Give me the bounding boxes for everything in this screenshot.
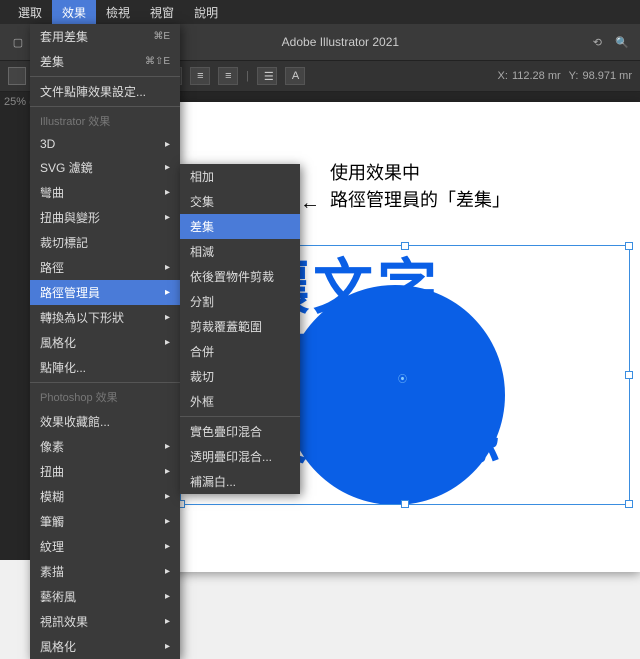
list-icon[interactable]: ☰ xyxy=(257,67,277,85)
y-value: 98.971 mr xyxy=(582,70,632,82)
menu-last-effect[interactable]: 差集⌘⇧E xyxy=(30,49,180,74)
resize-handle-e[interactable] xyxy=(625,371,633,379)
menu-header-ps: Photoshop 效果 xyxy=(30,385,180,409)
submenu-outline[interactable]: 外框 xyxy=(180,389,300,414)
submenu-intersect[interactable]: 交集 xyxy=(180,189,300,214)
menu-3d[interactable]: 3D▸ xyxy=(30,133,180,155)
menu-brush[interactable]: 筆觸▸ xyxy=(30,509,180,534)
submenu-merge[interactable]: 合併 xyxy=(180,339,300,364)
submenu-crop[interactable]: 裁切 xyxy=(180,364,300,389)
menu-help[interactable]: 說明 xyxy=(184,0,228,24)
menu-artistic[interactable]: 藝術風▸ xyxy=(30,584,180,609)
align-center-icon[interactable]: ≡ xyxy=(190,67,210,85)
pathfinder-submenu: 相加 交集 差集 相減 依後置物件剪裁 分割 剪裁覆蓋範圍 合併 裁切 外框 實… xyxy=(180,164,300,494)
search-label: ⟲ xyxy=(593,36,602,49)
menu-svg-filters[interactable]: SVG 濾鏡▸ xyxy=(30,155,180,180)
annotation-text: ← 使用效果中 路徑管理員的「差集」 xyxy=(330,160,510,214)
menu-pathfinder[interactable]: 路徑管理員▸ xyxy=(30,280,180,305)
menu-warp[interactable]: 彎曲▸ xyxy=(30,180,180,205)
arrow-left-icon: ← xyxy=(300,188,320,218)
menu-window[interactable]: 視窗 xyxy=(140,0,184,24)
submenu-trap[interactable]: 補漏白... xyxy=(180,469,300,494)
x-value: 112.28 mr xyxy=(512,70,561,82)
menu-path[interactable]: 路徑▸ xyxy=(30,255,180,280)
resize-handle-ne[interactable] xyxy=(625,242,633,250)
resize-handle-se[interactable] xyxy=(625,500,633,508)
menu-crop-marks[interactable]: 裁切標記 xyxy=(30,230,180,255)
menu-apply-last[interactable]: 套用差集⌘E xyxy=(30,24,180,49)
x-label: X: xyxy=(498,70,508,82)
menubar: 選取 效果 檢視 視窗 說明 xyxy=(0,0,640,24)
fill-swatch[interactable] xyxy=(8,67,26,85)
menu-rasterize[interactable]: 點陣化... xyxy=(30,355,180,380)
menu-stylize[interactable]: 風格化▸ xyxy=(30,330,180,355)
annotation-line1: 使用效果中 xyxy=(330,160,510,187)
menu-convert-shape[interactable]: 轉換為以下形狀▸ xyxy=(30,305,180,330)
center-point-icon: ⦿ xyxy=(398,372,412,378)
menu-select[interactable]: 選取 xyxy=(8,0,52,24)
menu-distort[interactable]: 扭曲與變形▸ xyxy=(30,205,180,230)
menu-blur[interactable]: 模糊▸ xyxy=(30,484,180,509)
search-icon[interactable]: 🔍 xyxy=(612,32,632,52)
effect-menu: 套用差集⌘E 差集⌘⇧E 文件點陣效果設定... Illustrator 效果 … xyxy=(30,24,180,659)
annotation-line2: 路徑管理員的「差集」 xyxy=(330,187,510,214)
submenu-hard-mix[interactable]: 實色疊印混合 xyxy=(180,419,300,444)
submenu-trim[interactable]: 剪裁覆蓋範圍 xyxy=(180,314,300,339)
menu-pixelate[interactable]: 像素▸ xyxy=(30,434,180,459)
submenu-divide[interactable]: 分割 xyxy=(180,289,300,314)
menu-doc-raster[interactable]: 文件點陣效果設定... xyxy=(30,79,180,104)
menu-video[interactable]: 視訊效果▸ xyxy=(30,609,180,634)
menu-stylize2[interactable]: 風格化▸ xyxy=(30,634,180,659)
menu-distort2[interactable]: 扭曲▸ xyxy=(30,459,180,484)
menu-header-ai: Illustrator 效果 xyxy=(30,109,180,133)
align-right-icon[interactable]: ≡ xyxy=(218,67,238,85)
resize-handle-n[interactable] xyxy=(401,242,409,250)
submenu-exclude[interactable]: 差集 xyxy=(180,214,300,239)
submenu-subtract[interactable]: 相減 xyxy=(180,239,300,264)
menu-gallery[interactable]: 效果收藏館... xyxy=(30,409,180,434)
resize-handle-s[interactable] xyxy=(401,500,409,508)
submenu-add[interactable]: 相加 xyxy=(180,164,300,189)
menu-texture[interactable]: 紋理▸ xyxy=(30,534,180,559)
submenu-soft-mix[interactable]: 透明疊印混合... xyxy=(180,444,300,469)
home-icon[interactable]: ▢ xyxy=(8,32,28,52)
menu-sketch[interactable]: 素描▸ xyxy=(30,559,180,584)
y-label: Y: xyxy=(569,70,579,82)
menu-effect[interactable]: 效果 xyxy=(52,0,96,24)
char-icon[interactable]: A xyxy=(285,67,305,85)
submenu-minus-back[interactable]: 依後置物件剪裁 xyxy=(180,264,300,289)
menu-view[interactable]: 檢視 xyxy=(96,0,140,24)
